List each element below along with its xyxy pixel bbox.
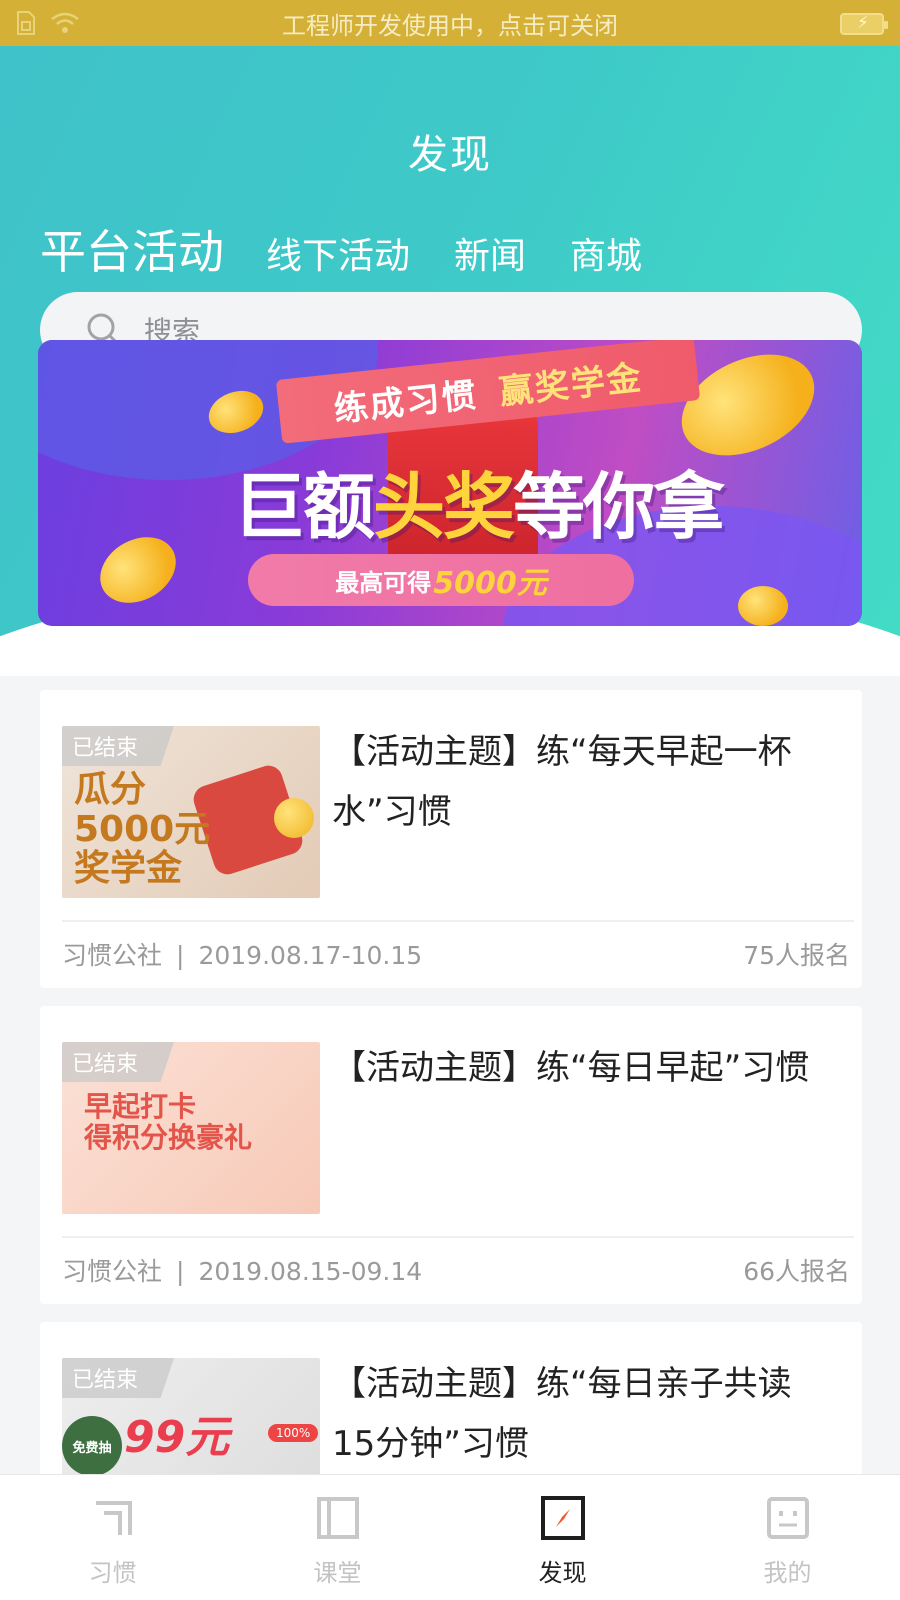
banner-slogan: 巨额头奖等你拿 [158,448,798,553]
meta-separator: | [176,941,185,970]
compass-icon [540,1496,585,1540]
activity-thumbnail: 早起打卡 得积分换豪礼 已结束 [62,1042,320,1214]
status-badge: 已结束 [62,1358,174,1398]
thumbnail-text: 99元 [124,1412,230,1463]
banner-subtitle: 最高可得 5000元 [248,554,634,606]
thumbnail-badge: 免费抽 [62,1416,122,1476]
activity-signups: 75人报名 [743,941,850,970]
habit-icon [95,1501,132,1535]
activity-title[interactable]: 【活动主题】练“每日早起”习惯 [332,1038,832,1098]
meta-separator: | [176,1257,185,1286]
nav-item-classroom[interactable]: 课堂 [225,1475,450,1600]
activity-list: 瓜分 5000元 奖学金 已结束 【活动主题】练“每天早起一杯水”习惯 习惯公社… [40,690,862,1600]
banner-slogan-a: 巨额 [232,465,375,549]
status-badge: 已结束 [62,726,174,766]
nav-label: 我的 [763,1559,812,1587]
activity-title[interactable]: 【活动主题】练“每天早起一杯水”习惯 [332,722,832,842]
banner-slogan-b: 头奖 [372,465,515,549]
activity-dates: 2019.08.15-09.14 [198,1257,423,1286]
tab-bar: 平台活动 线下活动 新闻 商城 [40,216,686,282]
tab-platform-activities[interactable]: 平台活动 [40,216,224,282]
activity-card[interactable]: 早起打卡 得积分换豪礼 已结束 【活动主题】练“每日早起”习惯 习惯公社 | 201… [40,1006,862,1304]
status-badge: 已结束 [62,1042,174,1082]
page-title: 发现 [408,132,492,178]
activity-dates: 2019.08.17-10.15 [198,941,423,970]
coin-decoration [274,798,314,838]
thumbnail-note: 100% [268,1424,319,1442]
profile-face-icon [766,1497,809,1539]
activity-signups: 66人报名 [743,1257,850,1286]
bottom-nav: 习惯 课堂 发现 我的 [0,1474,900,1600]
divider [62,1236,854,1238]
banner-ribbon-left: 练成习惯 [332,374,480,430]
tab-offline-activities[interactable]: 线下活动 [266,227,410,279]
sim-icon [17,11,35,35]
banner-ribbon-right: 赢奖学金 [497,357,645,413]
nav-item-discover[interactable]: 发现 [450,1475,675,1600]
promo-banner[interactable]: 练成习惯 赢奖学金 巨额头奖等你拿 最高可得 5000元 [38,340,862,626]
nav-label: 习惯 [88,1559,137,1587]
activity-meta: 习惯公社 | 2019.08.15-09.14 [62,1252,422,1288]
tab-mall[interactable]: 商城 [570,227,642,279]
thumbnail-text: 瓜分 5000元 奖学金 [74,769,211,890]
activity-publisher: 习惯公社 [62,941,163,970]
activity-card[interactable]: 瓜分 5000元 奖学金 已结束 【活动主题】练“每天早起一杯水”习惯 习惯公社… [40,690,862,988]
activity-thumbnail: 瓜分 5000元 奖学金 已结束 [62,726,320,898]
activity-meta: 习惯公社 | 2019.08.17-10.15 [62,936,422,972]
activity-publisher: 习惯公社 [62,1257,163,1286]
battery-icon: ⚡ [840,13,888,35]
banner-sub-amount: 5000元 [433,566,547,601]
activity-title[interactable]: 【活动主题】练“每日亲子共读15分钟”习惯 [332,1354,832,1474]
nav-item-habit[interactable]: 习惯 [0,1475,225,1600]
banner-slogan-c: 等你拿 [513,465,725,549]
header-area: 发现 平台活动 线下活动 新闻 商城 搜索 练成习惯 赢奖学金 巨额头奖等你拿 … [0,46,900,676]
thumbnail-text: 早起打卡 得积分换豪礼 [84,1090,253,1154]
classroom-icon [316,1497,359,1539]
nav-label: 课堂 [313,1559,362,1587]
status-bar[interactable]: 工程师开发使用中，点击可关闭 ⚡ [0,0,900,46]
status-icons-left [14,10,80,36]
tab-news[interactable]: 新闻 [454,227,526,279]
wifi-icon [51,12,79,33]
coin-decoration [738,586,788,626]
nav-item-profile[interactable]: 我的 [675,1475,900,1600]
nav-label: 发现 [538,1559,587,1587]
status-message[interactable]: 工程师开发使用中，点击可关闭 [282,6,618,41]
divider [62,920,854,922]
banner-sub-text: 最高可得 [335,568,432,597]
